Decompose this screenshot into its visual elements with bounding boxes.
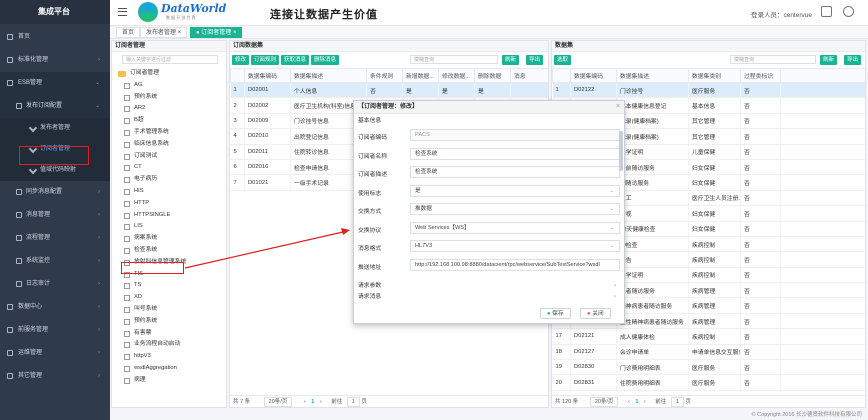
- app-root: 集成平台 首页 标准化管理 › ESB管理 ⌄ 发布订阅配置 ⌄ 发布者管理 订阅者管…: [0, 0, 868, 420]
- copyright: © Copyright 2016 长沙德贤软件科技有限公司: [751, 412, 862, 418]
- annotation-arrow: [184, 228, 350, 269]
